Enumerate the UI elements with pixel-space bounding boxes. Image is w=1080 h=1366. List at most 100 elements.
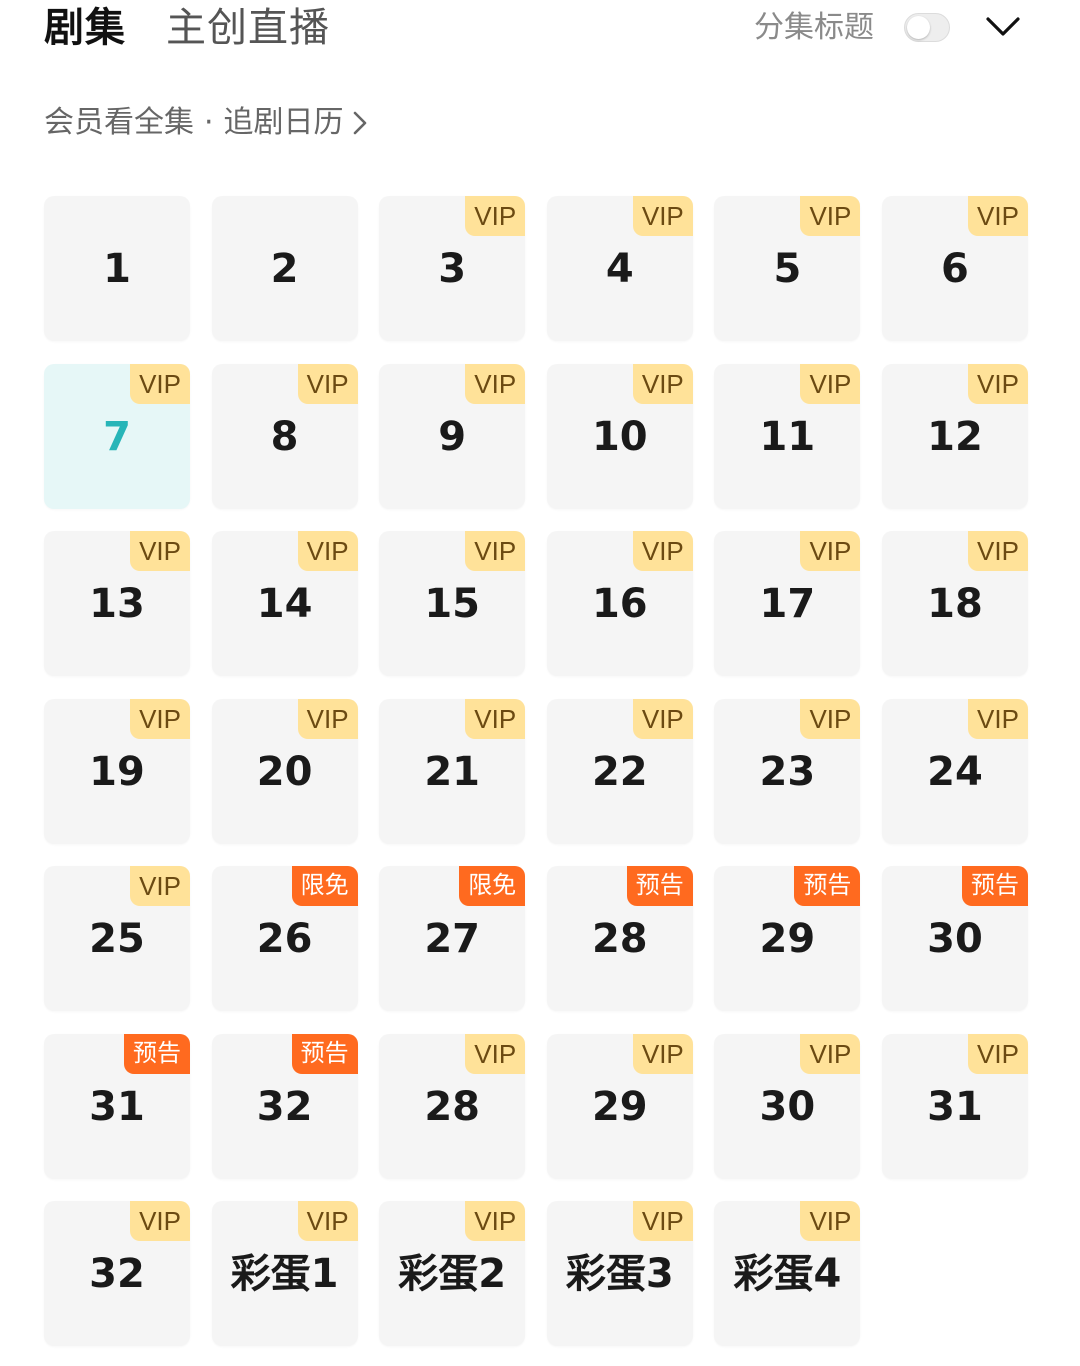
episode-cell[interactable]: VIP 32 bbox=[44, 1201, 190, 1346]
episode-cell[interactable]: VIP 18 bbox=[881, 531, 1028, 676]
episode-cell[interactable]: 2 bbox=[211, 196, 358, 341]
episode-badge: VIP bbox=[297, 531, 358, 571]
episode-cell[interactable]: VIP 15 bbox=[379, 531, 526, 676]
episode-cell[interactable]: 限免 27 bbox=[379, 866, 526, 1011]
episode-cell[interactable]: VIP 29 bbox=[546, 1033, 693, 1179]
episode-label: 2 bbox=[270, 246, 299, 292]
episode-badge: VIP bbox=[632, 1033, 693, 1074]
episode-cell[interactable]: VIP 20 bbox=[211, 698, 358, 844]
episode-label: 21 bbox=[424, 748, 481, 795]
episode-label: 24 bbox=[927, 748, 983, 795]
episode-label: 4 bbox=[605, 246, 634, 292]
episode-badge: VIP bbox=[800, 1033, 861, 1074]
episode-label: 11 bbox=[759, 413, 816, 460]
episode-label: 27 bbox=[424, 916, 481, 962]
episode-cell[interactable]: VIP 彩蛋3 bbox=[546, 1201, 693, 1346]
episode-cell[interactable]: VIP 31 bbox=[881, 1033, 1028, 1179]
episode-label: 29 bbox=[759, 916, 816, 962]
episode-cell[interactable]: VIP 19 bbox=[44, 698, 190, 844]
episode-grid: 1 2 VIP 3 VIP 4 VIP 5 VIP 6 VIP 7 VIP 8 VIP 9 VIP 10 VIP 11… bbox=[44, 196, 1028, 1346]
episode-badge: VIP bbox=[130, 531, 190, 571]
episode-cell[interactable]: VIP 9 bbox=[379, 363, 526, 509]
toggle-knob bbox=[907, 16, 930, 39]
episode-cell[interactable]: VIP 16 bbox=[546, 531, 693, 676]
header-bar: 剧集 主创直播 分集标题 bbox=[0, 0, 1080, 60]
episode-label: 彩蛋1 bbox=[230, 1251, 339, 1297]
episode-cell[interactable]: VIP 彩蛋4 bbox=[714, 1201, 861, 1346]
episode-cell[interactable]: VIP 14 bbox=[211, 531, 358, 676]
episode-label: 28 bbox=[424, 1083, 481, 1130]
episode-cell[interactable]: VIP 13 bbox=[44, 531, 190, 676]
chevron-down-icon[interactable] bbox=[984, 8, 1022, 46]
episode-badge: VIP bbox=[968, 1033, 1028, 1074]
tab-episodes[interactable]: 剧集 bbox=[44, 2, 126, 54]
episode-cell[interactable]: VIP 4 bbox=[546, 196, 693, 341]
episode-cell[interactable]: VIP 彩蛋2 bbox=[379, 1201, 526, 1346]
episode-badge: 预告 bbox=[794, 866, 861, 906]
episode-cell[interactable]: VIP 28 bbox=[379, 1033, 526, 1179]
episode-cell[interactable]: VIP 22 bbox=[546, 698, 693, 844]
episode-label: 15 bbox=[424, 581, 481, 627]
episode-cell[interactable]: VIP 25 bbox=[44, 866, 190, 1011]
episode-badge: VIP bbox=[968, 531, 1028, 571]
episode-cell[interactable]: 预告 31 bbox=[44, 1033, 190, 1179]
episode-label: 7 bbox=[103, 413, 131, 460]
episode-label: 14 bbox=[256, 581, 313, 627]
episode-label: 5 bbox=[773, 246, 802, 292]
episode-label: 1 bbox=[103, 246, 131, 292]
episode-title-toggle-label: 分集标题 bbox=[754, 10, 874, 45]
episode-cell[interactable]: VIP 21 bbox=[379, 698, 526, 844]
episode-label: 20 bbox=[256, 748, 313, 795]
episode-cell[interactable]: VIP 30 bbox=[714, 1033, 861, 1179]
episode-badge: VIP bbox=[297, 363, 358, 404]
episode-badge: VIP bbox=[800, 531, 861, 571]
episode-cell[interactable]: 1 bbox=[44, 196, 190, 341]
episode-cell[interactable]: VIP 12 bbox=[881, 363, 1028, 509]
episode-cell[interactable]: 预告 32 bbox=[211, 1033, 358, 1179]
episode-badge: 限免 bbox=[459, 866, 526, 906]
episode-cell[interactable]: 预告 28 bbox=[546, 866, 693, 1011]
episode-badge: VIP bbox=[465, 1201, 526, 1241]
episode-cell[interactable]: 预告 30 bbox=[881, 866, 1028, 1011]
episode-badge: VIP bbox=[632, 363, 693, 404]
drama-calendar-link[interactable]: 追剧日历 bbox=[224, 102, 344, 144]
episode-cell[interactable]: VIP 23 bbox=[714, 698, 861, 844]
episode-badge: VIP bbox=[297, 1201, 358, 1241]
episode-cell[interactable]: VIP 彩蛋1 bbox=[211, 1201, 358, 1346]
episode-badge: VIP bbox=[130, 1201, 190, 1241]
episode-cell[interactable]: VIP 8 bbox=[211, 363, 358, 509]
episode-label: 16 bbox=[591, 581, 648, 627]
episode-cell[interactable]: VIP 6 bbox=[881, 196, 1028, 341]
episode-cell[interactable]: VIP 7 bbox=[44, 363, 190, 509]
episode-label: 13 bbox=[89, 581, 145, 627]
episode-label: 19 bbox=[89, 748, 145, 795]
separator-dot: · bbox=[204, 105, 214, 140]
episode-cell[interactable]: VIP 11 bbox=[714, 363, 861, 509]
episode-cell[interactable]: 限免 26 bbox=[211, 866, 358, 1011]
episode-badge: VIP bbox=[297, 698, 358, 739]
episode-cell[interactable]: VIP 5 bbox=[714, 196, 861, 341]
chevron-right-icon[interactable] bbox=[350, 108, 370, 138]
episode-badge: VIP bbox=[968, 363, 1028, 404]
episode-cell[interactable]: VIP 10 bbox=[546, 363, 693, 509]
episode-badge: 预告 bbox=[124, 1033, 190, 1074]
episode-badge: VIP bbox=[968, 196, 1028, 236]
tab-creator-live[interactable]: 主创直播 bbox=[166, 2, 330, 54]
episode-cell[interactable]: VIP 17 bbox=[714, 531, 861, 676]
episode-badge: VIP bbox=[968, 698, 1028, 739]
episode-badge: VIP bbox=[465, 531, 526, 571]
episode-badge: 预告 bbox=[291, 1033, 358, 1074]
episode-badge: VIP bbox=[800, 1201, 861, 1241]
episode-badge: VIP bbox=[632, 531, 693, 571]
episode-badge: 预告 bbox=[626, 866, 693, 906]
episode-label: 31 bbox=[89, 1083, 145, 1130]
episode-cell[interactable]: 预告 29 bbox=[714, 866, 861, 1011]
episode-cell[interactable]: VIP 24 bbox=[881, 698, 1028, 844]
episode-label: 25 bbox=[89, 916, 145, 962]
episode-title-toggle[interactable] bbox=[904, 13, 950, 42]
episode-label: 29 bbox=[591, 1083, 648, 1130]
episode-label: 彩蛋4 bbox=[733, 1251, 842, 1297]
episode-badge: VIP bbox=[632, 196, 693, 236]
episode-label: 10 bbox=[591, 413, 648, 460]
episode-cell[interactable]: VIP 3 bbox=[379, 196, 526, 341]
